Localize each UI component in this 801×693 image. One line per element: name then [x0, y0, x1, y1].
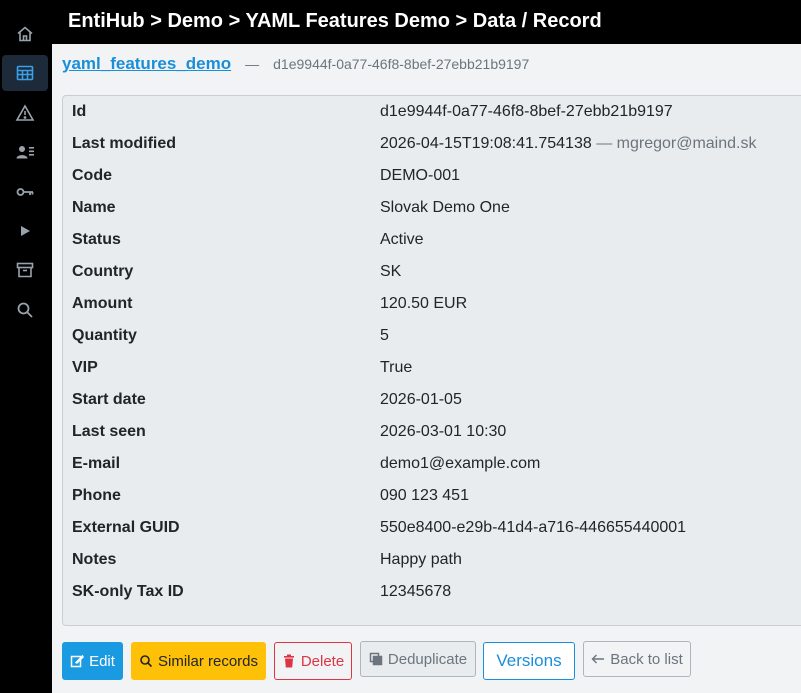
- field-value: Slovak Demo One: [380, 199, 510, 216]
- record-id: d1e9944f-0a77-46f8-8bef-27ebb21b9197: [273, 56, 530, 72]
- field-label: Start date: [72, 391, 146, 408]
- sidebar-item-home[interactable]: [2, 16, 48, 52]
- field-row: E-mail demo1@example.com: [63, 448, 801, 480]
- field-row: Code DEMO-001: [63, 160, 801, 192]
- sidebar-item-users[interactable]: [2, 134, 48, 170]
- field-value: 120.50 EUR: [380, 295, 468, 312]
- field-label: Last seen: [72, 423, 146, 440]
- field-row: Status Active: [63, 224, 801, 256]
- field-label: Code: [72, 167, 112, 184]
- field-row: Country SK: [63, 256, 801, 288]
- field-value: d1e9944f-0a77-46f8-8bef-27ebb21b9197: [380, 103, 673, 120]
- field-row: Amount 120.50 EUR: [63, 288, 801, 320]
- field-row: Last seen 2026-03-01 10:30: [63, 416, 801, 448]
- field-value: Active: [380, 231, 424, 248]
- users-icon: [16, 146, 34, 159]
- field-value: True: [380, 359, 413, 376]
- sidebar-item-warnings[interactable]: [2, 95, 48, 131]
- field-label: Country: [72, 263, 134, 280]
- field-value: 2026-03-01 10:30: [380, 423, 507, 440]
- field-value: Happy path: [380, 551, 462, 568]
- field-label: Notes: [72, 551, 117, 568]
- modified-by: — mgregor@maind.sk: [596, 135, 757, 152]
- field-label: External GUID: [72, 519, 180, 536]
- field-value: 12345678: [380, 583, 452, 600]
- table-icon: [16, 65, 34, 81]
- field-value: demo1@example.com: [380, 455, 541, 472]
- arrow-left-icon: [591, 654, 605, 664]
- field-value: DEMO-001: [380, 167, 461, 184]
- field-label: Last modified: [72, 135, 177, 152]
- field-label: Status: [72, 231, 121, 248]
- field-label: SK-only Tax ID: [72, 583, 184, 600]
- sidebar-item-search[interactable]: [2, 292, 48, 328]
- sidebar-item-table[interactable]: [2, 55, 48, 91]
- sidebar-item-keys[interactable]: [2, 174, 48, 210]
- field-label: E-mail: [72, 455, 121, 472]
- back-to-list-button[interactable]: Back to list: [583, 641, 691, 677]
- field-label: Amount: [72, 295, 133, 312]
- search-icon: [140, 655, 153, 668]
- search-icon: [17, 302, 33, 318]
- delete-button[interactable]: Delete: [274, 642, 352, 680]
- field-value: 090 123 451: [380, 487, 469, 504]
- sidebar-item-archive[interactable]: [2, 252, 48, 288]
- main-content: yaml_features_demo — d1e9944f-0a77-46f8-…: [52, 44, 801, 693]
- field-label: Phone: [72, 487, 121, 504]
- field-row: SK-only Tax ID 12345678: [63, 576, 801, 608]
- trash-icon: [283, 654, 294, 668]
- field-value: 5: [380, 327, 389, 344]
- field-row: VIP True: [63, 352, 801, 384]
- sidebar-item-run[interactable]: [2, 213, 48, 249]
- header-separator: —: [245, 56, 260, 72]
- deduplicate-button[interactable]: Deduplicate: [360, 641, 476, 677]
- similar-records-button[interactable]: Similar records: [131, 642, 266, 680]
- sidebar: [0, 0, 52, 693]
- entity-link[interactable]: yaml_features_demo: [62, 54, 231, 74]
- field-label: Id: [72, 103, 87, 120]
- edit-button[interactable]: Edit: [62, 642, 123, 680]
- breadcrumb: EntiHub > Demo > YAML Features Demo > Da…: [52, 0, 801, 44]
- field-label: VIP: [72, 359, 98, 376]
- field-row: Last modified 2026-04-15T19:08:41.754138…: [63, 128, 801, 160]
- copy-icon: [369, 652, 383, 666]
- field-row: Start date 2026-01-05: [63, 384, 801, 416]
- key-icon: [16, 188, 34, 196]
- record-details-card: Id d1e9944f-0a77-46f8-8bef-27ebb21b9197 …: [62, 95, 801, 626]
- edit-icon: [70, 654, 84, 668]
- field-value: SK: [380, 263, 402, 280]
- warning-icon: [15, 104, 35, 121]
- field-row: Name Slovak Demo One: [63, 192, 801, 224]
- field-row: Phone 090 123 451: [63, 480, 801, 512]
- archive-icon: [16, 262, 34, 278]
- field-row: Quantity 5: [63, 320, 801, 352]
- record-header: yaml_features_demo — d1e9944f-0a77-46f8-…: [62, 54, 529, 78]
- field-row: Id d1e9944f-0a77-46f8-8bef-27ebb21b9197: [63, 96, 801, 128]
- home-icon: [17, 26, 33, 42]
- field-label: Quantity: [72, 327, 137, 344]
- field-label: Name: [72, 199, 116, 216]
- versions-button[interactable]: Versions: [483, 642, 575, 680]
- field-value: 2026-01-05: [380, 391, 462, 408]
- field-row: Notes Happy path: [63, 544, 801, 576]
- field-value: 550e8400-e29b-41d4-a716-446655440001: [380, 519, 687, 536]
- play-icon: [21, 226, 30, 236]
- field-value: 2026-04-15T19:08:41.754138 — mgregor@mai…: [380, 135, 757, 152]
- field-row: External GUID 550e8400-e29b-41d4-a716-44…: [63, 512, 801, 544]
